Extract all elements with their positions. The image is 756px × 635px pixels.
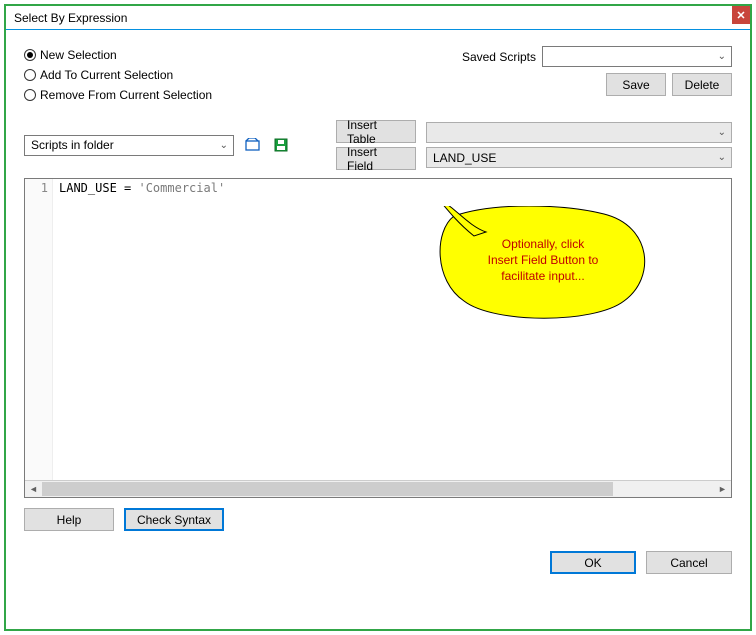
check-syntax-button[interactable]: Check Syntax: [124, 508, 224, 531]
chevron-down-icon: ⌄: [715, 152, 729, 163]
top-row: New Selection Add To Current Selection R…: [24, 46, 732, 102]
dialog-window: Select By Expression ✕ New Selection Add…: [4, 4, 752, 631]
radio-icon: [24, 89, 36, 101]
insert-table-button[interactable]: Insert Table: [336, 120, 416, 143]
chevron-down-icon: ⌄: [715, 51, 729, 62]
close-button[interactable]: ✕: [732, 6, 750, 24]
ok-button[interactable]: OK: [550, 551, 636, 574]
line-gutter: 1: [25, 179, 53, 480]
scripts-folder-combo[interactable]: Scripts in folder ⌄: [24, 135, 234, 156]
folder-open-icon: [245, 138, 261, 152]
chevron-down-icon: ⌄: [217, 140, 231, 151]
radio-new-selection[interactable]: New Selection: [24, 48, 442, 62]
code-area[interactable]: LAND_USE = 'Commercial': [53, 179, 731, 480]
saved-scripts-combo[interactable]: ⌄: [542, 46, 732, 67]
expression-editor[interactable]: 1 LAND_USE = 'Commercial' ◄ ►: [24, 178, 732, 498]
help-button[interactable]: Help: [24, 508, 114, 531]
radio-remove-from-selection[interactable]: Remove From Current Selection: [24, 88, 442, 102]
scroll-thumb[interactable]: [42, 482, 613, 496]
saved-scripts-area: Saved Scripts ⌄ Save Delete: [462, 46, 732, 102]
dialog-buttons-row: OK Cancel: [24, 551, 732, 574]
insert-field-button[interactable]: Insert Field: [336, 147, 416, 170]
save-script-button[interactable]: [272, 137, 290, 153]
insert-buttons-col: Insert Table Insert Field: [336, 120, 416, 170]
saved-scripts-label: Saved Scripts: [462, 50, 536, 64]
editor-body: 1 LAND_USE = 'Commercial': [25, 179, 731, 480]
scroll-track[interactable]: [42, 481, 714, 497]
scroll-left-icon[interactable]: ◄: [25, 481, 42, 497]
table-combo[interactable]: ⌄: [426, 122, 732, 143]
cancel-button[interactable]: Cancel: [646, 551, 732, 574]
help-row: Help Check Syntax: [24, 508, 732, 531]
saved-scripts-buttons: Save Delete: [606, 73, 732, 96]
combo-value: Scripts in folder: [31, 138, 114, 152]
save-disk-icon: [274, 138, 288, 152]
save-button[interactable]: Save: [606, 73, 666, 96]
chevron-down-icon: ⌄: [715, 127, 729, 138]
close-icon: ✕: [736, 9, 745, 22]
dialog-content: New Selection Add To Current Selection R…: [6, 30, 750, 584]
radio-label: New Selection: [40, 48, 117, 62]
scroll-right-icon[interactable]: ►: [714, 481, 731, 497]
open-script-button[interactable]: [244, 137, 262, 153]
radio-icon: [24, 49, 36, 61]
radio-add-to-selection[interactable]: Add To Current Selection: [24, 68, 442, 82]
title-bar: Select By Expression ✕: [6, 6, 750, 30]
window-title: Select By Expression: [14, 11, 127, 25]
horizontal-scrollbar[interactable]: ◄ ►: [25, 480, 731, 497]
insert-combos-col: ⌄ LAND_USE ⌄: [426, 122, 732, 168]
selection-mode-group: New Selection Add To Current Selection R…: [24, 46, 442, 102]
combo-value: LAND_USE: [433, 151, 496, 165]
field-combo[interactable]: LAND_USE ⌄: [426, 147, 732, 168]
saved-scripts-row: Saved Scripts ⌄: [462, 46, 732, 67]
delete-button[interactable]: Delete: [672, 73, 732, 96]
radio-icon: [24, 69, 36, 81]
radio-label: Remove From Current Selection: [40, 88, 212, 102]
toolbar-row: Scripts in folder ⌄ Insert Table: [24, 120, 732, 170]
radio-label: Add To Current Selection: [40, 68, 173, 82]
line-number: 1: [25, 181, 48, 195]
